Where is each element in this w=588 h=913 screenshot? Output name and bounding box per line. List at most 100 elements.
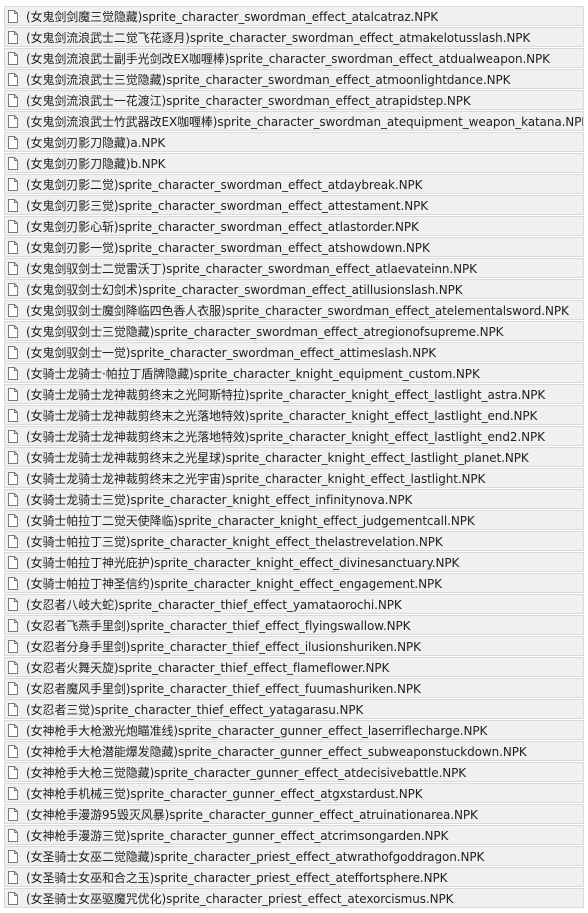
file-row[interactable]: (女骑士龙骑士龙神裁剪终末之光落地特效)sprite_character_kni… (4, 426, 584, 446)
document-icon (8, 870, 18, 884)
file-name: (女骑士龙骑士三觉)sprite_character_knight_effect… (26, 492, 413, 507)
file-row[interactable]: (女鬼剑流浪武士竹武器改EX咖喱棒)sprite_character_sword… (4, 111, 584, 131)
document-icon (8, 366, 18, 380)
file-row[interactable]: (女鬼剑驭剑士二觉雷沃丁)sprite_character_swordman_e… (4, 258, 584, 278)
file-name: (女骑士龙骑士龙神裁剪终末之光星球)sprite_character_knigh… (26, 450, 529, 465)
file-name: (女鬼剑剑魔三觉隐藏)sprite_character_swordman_eff… (26, 9, 439, 24)
file-row[interactable]: (女忍者飞燕手里剑)sprite_character_thief_effect_… (4, 615, 584, 635)
file-row[interactable]: (女骑士龙骑士·帕拉丁盾牌隐藏)sprite_character_knight_… (4, 363, 584, 383)
document-icon (8, 156, 18, 170)
file-name: (女鬼剑刃影二觉)sprite_character_swordman_effec… (26, 177, 423, 192)
document-icon (8, 30, 18, 44)
document-icon (8, 450, 18, 464)
file-row[interactable]: (女鬼剑驭剑士一觉)sprite_character_swordman_effe… (4, 342, 584, 362)
file-name: (女忍者八岐大蛇)sprite_character_thief_effect_y… (26, 597, 402, 612)
file-row[interactable]: (女神枪手漫游三觉)sprite_character_gunner_effect… (4, 825, 584, 845)
file-name: (女骑士龙骑士龙神裁剪终末之光落地特效)sprite_character_kni… (26, 408, 538, 423)
file-name: (女骑士帕拉丁神圣信约)sprite_character_knight_effe… (26, 576, 442, 591)
document-icon (8, 660, 18, 674)
file-name: (女神枪手大枪三觉隐藏)sprite_character_gunner_effe… (26, 765, 467, 780)
file-row[interactable]: (女忍者魔风手里剑)sprite_character_thief_effect_… (4, 678, 584, 698)
file-name: (女骑士龙骑士龙神裁剪终末之光阿斯特拉)sprite_character_kni… (26, 387, 546, 402)
file-row[interactable]: (女鬼剑驭剑士三觉隐藏)sprite_character_swordman_ef… (4, 321, 584, 341)
file-row[interactable]: (女骑士帕拉丁二觉天使降临)sprite_character_knight_ef… (4, 510, 584, 530)
document-icon (8, 72, 18, 86)
file-row[interactable]: (女骑士龙骑士龙神裁剪终末之光宇宙)sprite_character_knigh… (4, 468, 584, 488)
file-name: (女骑士帕拉丁二觉天使降临)sprite_character_knight_ef… (26, 513, 475, 528)
file-name: (女鬼剑刃影一觉)sprite_character_swordman_effec… (26, 240, 430, 255)
file-name: (女骑士帕拉丁三觉)sprite_character_knight_effect… (26, 534, 443, 549)
file-row[interactable]: (女忍者火舞天旋)sprite_character_thief_effect_f… (4, 657, 584, 677)
file-row[interactable]: (女鬼剑流浪武士副手光剑改EX咖喱棒)sprite_character_swor… (4, 48, 584, 68)
file-row[interactable]: (女骑士帕拉丁三觉)sprite_character_knight_effect… (4, 531, 584, 551)
file-row[interactable]: (女鬼剑刃影三觉)sprite_character_swordman_effec… (4, 195, 584, 215)
file-row[interactable]: (女骑士龙骑士三觉)sprite_character_knight_effect… (4, 489, 584, 509)
file-name: (女骑士龙骑士龙神裁剪终末之光落地特效)sprite_character_kni… (26, 429, 545, 444)
document-icon (8, 345, 18, 359)
file-row[interactable]: (女鬼剑剑魔三觉隐藏)sprite_character_swordman_eff… (4, 6, 584, 26)
document-icon (8, 891, 18, 905)
file-name: (女鬼剑流浪武士三觉隐藏)sprite_character_swordman_e… (26, 72, 511, 87)
file-name: (女骑士龙骑士龙神裁剪终末之光宇宙)sprite_character_knigh… (26, 471, 486, 486)
document-icon (8, 513, 18, 527)
file-row[interactable]: (女鬼剑刃影刀隐藏)b.NPK (4, 153, 584, 173)
file-name: (女鬼剑流浪武士二觉飞花逐月)sprite_character_swordman… (26, 30, 531, 45)
file-name: (女鬼剑刃影心斩)sprite_character_swordman_effec… (26, 219, 419, 234)
file-row[interactable]: (女神枪手大枪潜能爆发隐藏)sprite_character_gunner_ef… (4, 741, 584, 761)
file-row[interactable]: (女骑士龙骑士龙神裁剪终末之光落地特效)sprite_character_kni… (4, 405, 584, 425)
file-name: (女圣骑士女巫和合之玉)sprite_character_priest_effe… (26, 870, 448, 885)
file-row[interactable]: (女鬼剑刃影二觉)sprite_character_swordman_effec… (4, 174, 584, 194)
file-row[interactable]: (女忍者分身手里剑)sprite_character_thief_effect_… (4, 636, 584, 656)
file-row[interactable]: (女忍者三觉)sprite_character_thief_effect_yat… (4, 699, 584, 719)
file-name: (女圣骑士女巫驱魔咒优化)sprite_character_priest_eff… (26, 891, 454, 906)
file-name: (女骑士龙骑士·帕拉丁盾牌隐藏)sprite_character_knight_… (26, 366, 480, 381)
file-name: (女神枪手大枪潜能爆发隐藏)sprite_character_gunner_ef… (26, 744, 527, 759)
file-name: (女忍者飞燕手里剑)sprite_character_thief_effect_… (26, 618, 411, 633)
file-row[interactable]: (女鬼剑流浪武士一花渡江)sprite_character_swordman_e… (4, 90, 584, 110)
document-icon (8, 786, 18, 800)
file-row[interactable]: (女圣骑士女巫和合之玉)sprite_character_priest_effe… (4, 867, 584, 887)
document-icon (8, 93, 18, 107)
file-row[interactable]: (女鬼剑驭剑士魔剑降临四色香人衣服)sprite_character_sword… (4, 300, 584, 320)
document-icon (8, 618, 18, 632)
file-row[interactable]: (女骑士帕拉丁神光庇护)sprite_character_knight_effe… (4, 552, 584, 572)
file-list: (女鬼剑剑魔三觉隐藏)sprite_character_swordman_eff… (4, 6, 584, 909)
file-name: (女神枪手漫游95毁灭风暴)sprite_character_gunner_ef… (26, 807, 478, 822)
file-row[interactable]: (女圣骑士女巫驱魔咒优化)sprite_character_priest_eff… (4, 888, 584, 908)
document-icon (8, 282, 18, 296)
file-row[interactable]: (女神枪手漫游95毁灭风暴)sprite_character_gunner_ef… (4, 804, 584, 824)
file-row[interactable]: (女鬼剑流浪武士三觉隐藏)sprite_character_swordman_e… (4, 69, 584, 89)
file-name: (女鬼剑刃影刀隐藏)b.NPK (26, 156, 166, 171)
document-icon (8, 765, 18, 779)
document-icon (8, 639, 18, 653)
file-row[interactable]: (女神枪手机械三觉)sprite_character_gunner_effect… (4, 783, 584, 803)
file-name: (女神枪手机械三觉)sprite_character_gunner_effect… (26, 786, 423, 801)
file-row[interactable]: (女鬼剑刃影一觉)sprite_character_swordman_effec… (4, 237, 584, 257)
document-icon (8, 51, 18, 65)
file-row[interactable]: (女圣骑士女巫二觉隐藏)sprite_character_priest_effe… (4, 846, 584, 866)
file-row[interactable]: (女鬼剑刃影刀隐藏)a.NPK (4, 132, 584, 152)
document-icon (8, 9, 18, 23)
file-name: (女鬼剑驭剑士魔剑降临四色香人衣服)sprite_character_sword… (26, 303, 569, 318)
file-row[interactable]: (女骑士龙骑士龙神裁剪终末之光星球)sprite_character_knigh… (4, 447, 584, 467)
file-name: (女骑士帕拉丁神光庇护)sprite_character_knight_effe… (26, 555, 460, 570)
document-icon (8, 240, 18, 254)
file-row[interactable]: (女神枪手大枪三觉隐藏)sprite_character_gunner_effe… (4, 762, 584, 782)
file-row[interactable]: (女神枪手大枪激光炮瞄准线)sprite_character_gunner_ef… (4, 720, 584, 740)
document-icon (8, 828, 18, 842)
file-name: (女鬼剑流浪武士一花渡江)sprite_character_swordman_e… (26, 93, 471, 108)
file-row[interactable]: (女鬼剑驭剑士幻剑术)sprite_character_swordman_eff… (4, 279, 584, 299)
file-name: (女鬼剑驭剑士二觉雷沃丁)sprite_character_swordman_e… (26, 261, 477, 276)
file-row[interactable]: (女鬼剑刃影心斩)sprite_character_swordman_effec… (4, 216, 584, 236)
document-icon (8, 849, 18, 863)
document-icon (8, 261, 18, 275)
file-row[interactable]: (女忍者八岐大蛇)sprite_character_thief_effect_y… (4, 594, 584, 614)
document-icon (8, 555, 18, 569)
file-row[interactable]: (女鬼剑流浪武士二觉飞花逐月)sprite_character_swordman… (4, 27, 584, 47)
document-icon (8, 429, 18, 443)
file-row[interactable]: (女骑士龙骑士龙神裁剪终末之光阿斯特拉)sprite_character_kni… (4, 384, 584, 404)
file-row[interactable]: (女骑士帕拉丁神圣信约)sprite_character_knight_effe… (4, 573, 584, 593)
file-name: (女忍者三觉)sprite_character_thief_effect_yat… (26, 702, 364, 717)
document-icon (8, 744, 18, 758)
document-icon (8, 492, 18, 506)
